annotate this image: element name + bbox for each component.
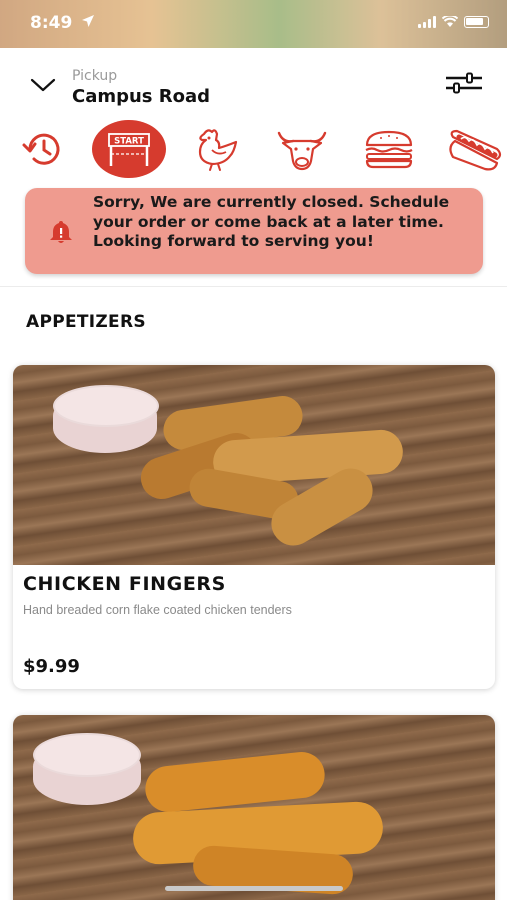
bull-icon bbox=[277, 131, 327, 171]
category-chicken[interactable] bbox=[180, 120, 254, 178]
section-title-appetizers: APPETIZERS bbox=[26, 312, 146, 332]
burger-icon bbox=[365, 130, 413, 169]
history-icon bbox=[22, 133, 60, 165]
category-burgers[interactable] bbox=[352, 120, 426, 178]
category-bar: START bbox=[0, 116, 507, 182]
store-closed-message: Sorry, We are currently closed. Schedule… bbox=[93, 193, 450, 250]
status-time: 8:49 bbox=[30, 13, 73, 33]
signal-icon bbox=[418, 16, 436, 28]
item-description: Hand breaded corn flake coated chicken t… bbox=[23, 603, 292, 617]
item-price: $9.99 bbox=[23, 656, 80, 677]
category-start-active-circle: START bbox=[92, 120, 166, 178]
item-photo bbox=[13, 715, 495, 900]
item-name: CHICKEN FINGERS bbox=[23, 573, 226, 595]
store-closed-banner: Sorry, We are currently closed. Schedule… bbox=[25, 188, 483, 274]
chevron-down-icon[interactable] bbox=[30, 78, 56, 92]
start-icon: START bbox=[108, 133, 150, 166]
menu-item-card[interactable]: CHICKEN FINGERS Hand breaded corn flake … bbox=[13, 365, 495, 689]
location-arrow-icon bbox=[82, 15, 94, 27]
menu-item-card[interactable] bbox=[13, 715, 495, 900]
status-bar: 8:49 bbox=[0, 0, 507, 48]
system-icons bbox=[418, 16, 489, 28]
order-mode-label: Pickup bbox=[72, 68, 118, 84]
sauce-cup-top bbox=[53, 385, 159, 427]
home-indicator bbox=[165, 886, 343, 891]
chicken-icon bbox=[198, 129, 238, 171]
battery-icon bbox=[464, 16, 489, 28]
category-beef[interactable] bbox=[265, 120, 339, 178]
wifi-icon bbox=[442, 16, 458, 27]
filter-sliders-icon[interactable] bbox=[445, 72, 483, 94]
divider bbox=[0, 286, 507, 287]
item-photo bbox=[13, 365, 495, 565]
category-hotdogs[interactable] bbox=[438, 120, 507, 178]
notification-bell-icon bbox=[50, 221, 72, 243]
location-header: Pickup Campus Road bbox=[0, 48, 507, 116]
category-start[interactable]: START bbox=[92, 120, 166, 178]
sauce-cup-top bbox=[33, 733, 141, 777]
category-recent[interactable] bbox=[6, 120, 80, 178]
location-name[interactable]: Campus Road bbox=[72, 86, 210, 107]
hotdog-icon bbox=[449, 129, 502, 171]
start-icon-label: START bbox=[114, 137, 144, 147]
